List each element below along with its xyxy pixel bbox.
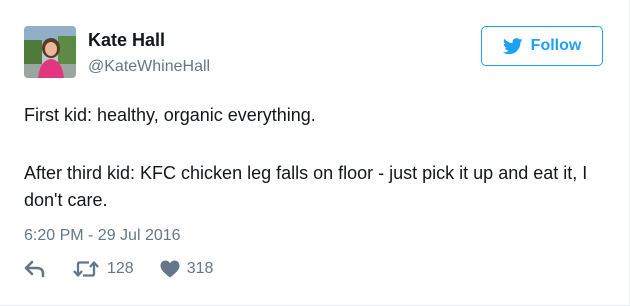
author-name[interactable]: Kate Hall (88, 30, 165, 51)
tweet-card: Kate Hall @KateWhineHall Follow First ki… (0, 0, 630, 306)
avatar[interactable] (24, 26, 76, 78)
tweet-timestamp[interactable]: 6:20 PM - 29 Jul 2016 (24, 227, 181, 245)
like-button[interactable]: 318 (160, 260, 214, 278)
twitter-bird-icon (502, 37, 523, 54)
reply-icon (24, 260, 45, 278)
tweet-text-line-1: First kid: healthy, organic everything. (24, 105, 316, 125)
retweet-count: 128 (107, 260, 134, 277)
reply-button[interactable] (24, 260, 46, 278)
heart-icon (160, 260, 180, 278)
tweet-text-line-2: After third kid: KFC chicken leg falls o… (24, 163, 588, 210)
tweet-actions: 128 318 (24, 258, 213, 280)
retweet-button[interactable]: 128 (72, 260, 134, 278)
author-handle[interactable]: @KateWhineHall (88, 58, 210, 76)
avatar-image (24, 26, 76, 78)
follow-button[interactable]: Follow (481, 26, 603, 66)
follow-label: Follow (530, 37, 582, 54)
retweet-icon (73, 261, 99, 277)
like-count: 318 (186, 260, 214, 277)
